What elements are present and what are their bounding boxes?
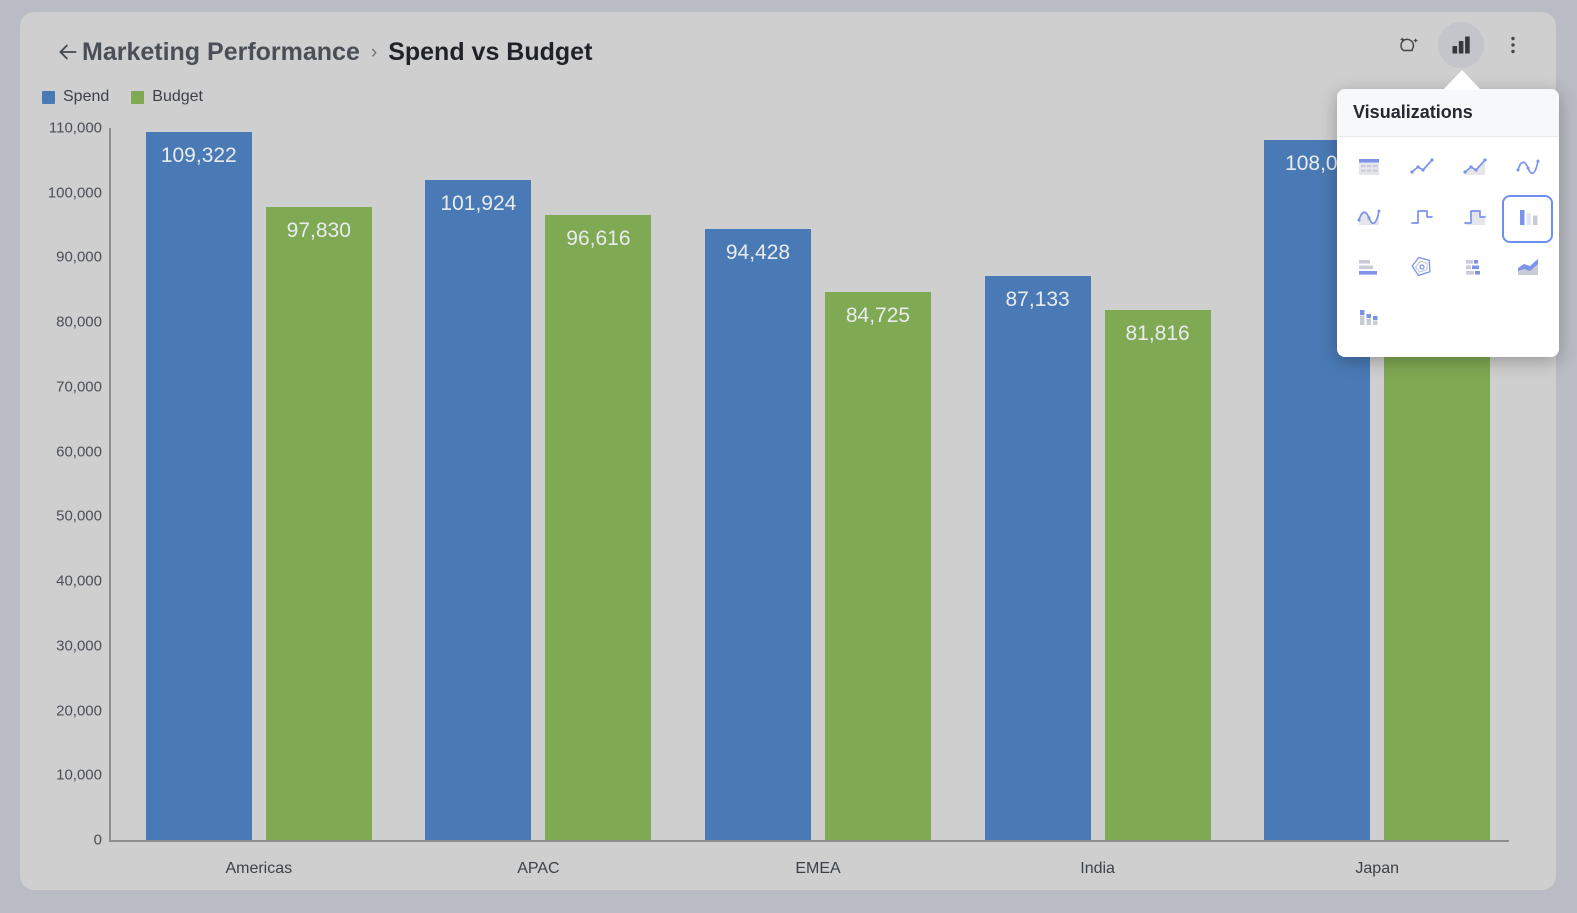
chart-plot-area: 110,000 100,000 90,000 80,000 70,000 60,000 50… (20, 112, 1556, 890)
popup-arrow-icon (1443, 70, 1481, 90)
y-axis-tick-label: 70,000 (56, 378, 102, 396)
x-axis-category-label: India (1080, 860, 1115, 877)
more-options-icon (1511, 36, 1515, 54)
breadcrumb-current: Spend vs Budget (388, 37, 593, 66)
bar-value-label: 87,133 (1005, 288, 1070, 312)
bar-value-label: 84,725 (845, 303, 911, 327)
bar-spend[interactable]: 109,322 (145, 132, 252, 840)
y-axis-tick-label: 90,000 (56, 248, 102, 266)
ai-insights-icon (1400, 37, 1418, 52)
viz-option-stacked-column[interactable] (1343, 295, 1394, 343)
y-axis-tick-label: 80,000 (56, 313, 102, 331)
stacked-bar-icon (1460, 252, 1490, 287)
y-axis-tick-label: 0 (93, 831, 102, 849)
viz-option-line-chart[interactable] (1396, 145, 1447, 193)
y-axis-tick-label: 10,000 (56, 766, 102, 784)
spline-line-icon (1513, 152, 1543, 187)
step-line-icon (1407, 202, 1437, 237)
bar-groups: 109,322 97,830 Americas 101,924 96,616 APAC 94… (111, 112, 1509, 877)
bar-value-label: 94,428 (725, 240, 791, 264)
bar-budget[interactable]: 96,616 (545, 214, 652, 840)
bar-budget[interactable]: 97,830 (265, 206, 372, 840)
legend-label: Spend (63, 88, 110, 105)
bar-value-label: 97,830 (286, 218, 351, 242)
line-chart-icon (1407, 152, 1437, 187)
bar-value-label: 109,322 (160, 144, 237, 168)
header-bar: Marketing Performance › Spend vs Budget (20, 12, 1556, 92)
pie-chart-icon (1407, 252, 1437, 287)
visualizations-button[interactable] (1438, 22, 1484, 68)
x-axis-category-label: Americas (225, 860, 293, 877)
viz-option-step-line[interactable] (1396, 195, 1447, 243)
legend-item-spend[interactable]: Spend (42, 88, 109, 106)
y-axis-tick-label: 50,000 (56, 507, 102, 525)
stacked-column-icon (1354, 302, 1384, 337)
visualizations-grid (1337, 137, 1559, 357)
visualizations-panel: Visualizations (1337, 89, 1559, 357)
viz-option-stacked-bar[interactable] (1449, 245, 1500, 293)
breadcrumb-separator-icon: › (370, 41, 378, 63)
bar-chart-icon (1354, 252, 1384, 287)
y-axis-ticks: 110,000 100,000 90,000 80,000 70,000 60,000 50… (20, 112, 102, 890)
y-axis-tick-label: 100,000 (47, 184, 102, 202)
dashboard-card: Marketing Performance › Spend vs Budget (20, 12, 1556, 890)
x-axis-category-label: APAC (517, 860, 560, 877)
visualizations-panel-title: Visualizations (1353, 102, 1473, 122)
legend-label: Budget (152, 88, 203, 105)
viz-option-column-chart[interactable] (1502, 195, 1553, 243)
bar-value-label: 81,816 (1125, 322, 1190, 346)
viz-option-bar-chart[interactable] (1343, 245, 1394, 293)
viz-option-pie-chart[interactable] (1396, 245, 1447, 293)
ai-insights-button[interactable] (1386, 22, 1432, 68)
y-axis-tick-label: 40,000 (56, 572, 102, 590)
step-area-icon (1460, 202, 1490, 237)
spline-area-icon (1354, 202, 1384, 237)
header-toolbar (1386, 22, 1536, 68)
bar-budget[interactable]: 84,725 (824, 291, 931, 840)
bar-spend[interactable]: 101,924 (425, 180, 532, 840)
bar-budget[interactable]: 81,816 (1104, 310, 1211, 840)
y-axis-tick-label: 60,000 (56, 443, 102, 461)
bar-group: 101,924 96,616 (391, 112, 671, 842)
column-chart-icon (1513, 202, 1543, 237)
visualizations-icon (1452, 36, 1470, 54)
viz-option-table[interactable] (1343, 145, 1394, 193)
legend-swatch-icon (131, 90, 145, 104)
bar-group: 94,428 84,725 (670, 112, 950, 842)
x-axis-category-label: EMEA (795, 860, 841, 877)
bar-group: 87,133 81,816 (950, 112, 1230, 842)
bar-spend[interactable]: 87,133 (984, 276, 1091, 840)
y-axis-tick-label: 110,000 (48, 119, 102, 137)
viz-option-spline-line[interactable] (1502, 145, 1553, 193)
x-axis-category-label: Japan (1355, 860, 1399, 877)
more-options-button[interactable] (1490, 22, 1536, 68)
legend-item-budget[interactable]: Budget (131, 88, 203, 106)
table-icon (1354, 152, 1384, 187)
bar-group: 109,322 97,830 (111, 112, 391, 842)
page-root: Marketing Performance › Spend vs Budget (0, 0, 1577, 913)
viz-option-area-chart[interactable] (1449, 145, 1500, 193)
stacked-area-icon (1513, 252, 1543, 287)
bar-value-label: 101,924 (440, 192, 517, 216)
bar-spend[interactable]: 94,428 (704, 228, 811, 840)
y-axis-tick-label: 20,000 (56, 702, 102, 720)
area-chart-icon (1460, 152, 1490, 187)
visualizations-panel-header: Visualizations (1337, 89, 1559, 137)
viz-option-spline-area[interactable] (1343, 195, 1394, 243)
arrow-left-icon (59, 44, 77, 60)
viz-option-step-area[interactable] (1449, 195, 1500, 243)
breadcrumb-parent[interactable]: Marketing Performance (82, 38, 360, 67)
viz-option-stacked-area[interactable] (1502, 245, 1553, 293)
y-axis-tick-label: 30,000 (56, 637, 102, 655)
bar-value-label: 96,616 (566, 226, 631, 250)
legend-swatch-icon (42, 90, 55, 104)
breadcrumb: Marketing Performance › Spend vs Budget (82, 28, 592, 76)
chart-legend: Spend Budget (42, 88, 203, 106)
